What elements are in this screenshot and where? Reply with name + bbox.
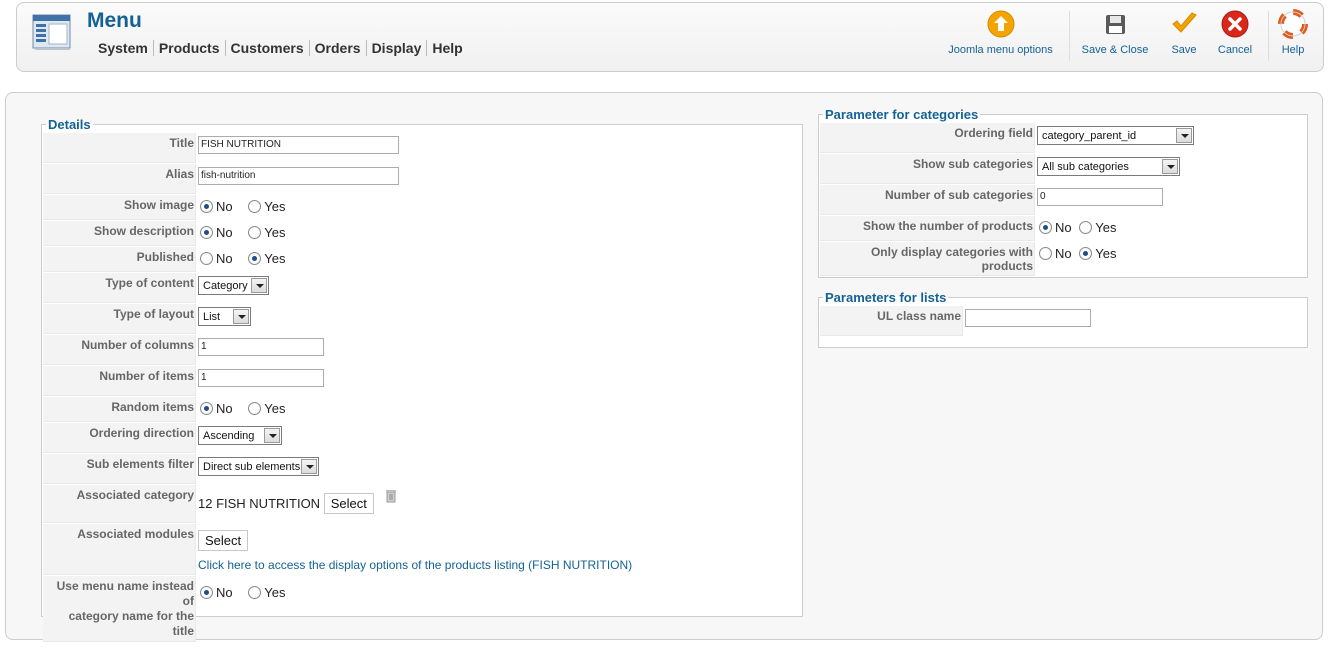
cancel-button[interactable]: Cancel (1211, 9, 1259, 56)
chevron-down-icon (301, 459, 317, 474)
published-yes-radio[interactable] (248, 252, 262, 266)
alias-input[interactable]: fish-nutrition (198, 167, 399, 185)
show-image-label: Show image (43, 195, 196, 220)
checkmark-icon (1172, 12, 1197, 33)
assoc-modules-label: Associated modules (43, 524, 196, 575)
chevron-down-icon (1176, 128, 1192, 143)
show-num-products-no-radio[interactable] (1039, 221, 1052, 235)
type-layout-select[interactable]: List (198, 307, 251, 326)
toolbar: Joomla menu options Save & Close Save Ca… (943, 9, 1323, 65)
ordering-field-label: Ordering field (820, 123, 1035, 153)
chevron-down-icon (1162, 159, 1178, 174)
lists-fieldset: Parameters for lists UL class name (818, 290, 1308, 348)
nav-display[interactable]: Display (365, 40, 427, 56)
use-menu-name-yes-radio[interactable] (248, 586, 262, 600)
only-with-products-yes-radio[interactable] (1079, 247, 1093, 261)
type-layout-label: Type of layout (43, 304, 196, 334)
show-description-label: Show description (43, 221, 196, 246)
assoc-modules-select-button[interactable]: Select (198, 530, 249, 551)
toolbar-separator (1268, 11, 1269, 61)
num-sub-input[interactable]: 0 (1037, 188, 1163, 206)
ordering-field-select[interactable]: category_parent_id (1037, 126, 1194, 145)
help-button[interactable]: Help (1273, 9, 1313, 56)
title-label: Title (43, 133, 196, 163)
use-menu-name-label: Use menu name instead of category name f… (43, 576, 196, 642)
nav-system[interactable]: System (93, 40, 153, 56)
random-items-no-radio[interactable] (200, 402, 213, 416)
num-items-label: Number of items (43, 366, 196, 396)
lists-table: UL class name (819, 305, 1093, 337)
sub-filter-label: Sub elements filter (43, 454, 196, 484)
ordering-direction-select[interactable]: Ascending (198, 426, 282, 445)
categories-legend: Parameter for categories (825, 107, 979, 122)
show-image-no-radio[interactable] (200, 200, 213, 214)
assoc-category-label: Associated category (43, 485, 196, 523)
num-sub-label: Number of sub categories (820, 185, 1035, 215)
only-with-products-label: Only display categories with products (820, 242, 1035, 276)
published-label: Published (43, 247, 196, 272)
trash-icon[interactable] (385, 489, 397, 503)
assoc-category-select-button[interactable]: Select (323, 493, 374, 514)
lists-legend: Parameters for lists (825, 290, 947, 305)
upload-arrow-icon (987, 10, 1014, 38)
use-menu-name-no-radio[interactable] (200, 586, 213, 600)
sub-filter-select[interactable]: Direct sub elements (198, 457, 319, 476)
display-options-link[interactable]: Click here to access the display options… (198, 558, 632, 572)
save-button[interactable]: Save (1159, 9, 1209, 56)
header-bar: Menu System Products Customers Orders Di… (16, 2, 1324, 72)
show-sub-select[interactable]: All sub categories (1037, 157, 1180, 176)
title-input[interactable]: FISH NUTRITION (198, 136, 399, 154)
show-description-yes-radio[interactable] (248, 226, 262, 240)
type-content-label: Type of content (43, 273, 196, 303)
published-no-radio[interactable] (200, 252, 213, 266)
only-with-products-no-radio[interactable] (1039, 247, 1052, 261)
num-columns-input[interactable]: 1 (198, 338, 324, 356)
num-items-input[interactable]: 1 (198, 369, 324, 387)
show-num-products-label: Show the number of products (820, 216, 1035, 241)
show-sub-label: Show sub categories (820, 154, 1035, 184)
nav-orders[interactable]: Orders (308, 40, 366, 56)
cancel-x-icon (1221, 10, 1249, 38)
alias-label: Alias (43, 164, 196, 194)
ul-class-label: UL class name (820, 306, 963, 336)
nav-products[interactable]: Products (152, 40, 225, 56)
chevron-down-icon (233, 309, 249, 324)
show-description-no-radio[interactable] (200, 226, 213, 240)
nav-customers[interactable]: Customers (224, 40, 309, 56)
joomla-menu-options-button[interactable]: Joomla menu options (943, 9, 1058, 56)
top-nav: System Products Customers Orders Display… (93, 40, 468, 56)
save-close-button[interactable]: Save & Close (1075, 9, 1155, 56)
nav-help[interactable]: Help (426, 40, 467, 56)
details-legend: Details (48, 117, 91, 132)
ul-class-input[interactable] (965, 309, 1091, 327)
categories-table: Ordering field category_parent_id Show s… (819, 122, 1196, 277)
ordering-direction-label: Ordering direction (43, 423, 196, 453)
num-columns-label: Number of columns (43, 335, 196, 365)
chevron-down-icon (264, 428, 280, 443)
type-content-select[interactable]: Category (198, 276, 269, 295)
assoc-category-value: 12 FISH NUTRITION (198, 496, 321, 511)
toolbar-separator (1069, 11, 1070, 61)
random-items-label: Random items (43, 397, 196, 422)
page-title: Menu (87, 9, 142, 32)
categories-fieldset: Parameter for categories Ordering field … (818, 107, 1308, 278)
details-table: Title FISH NUTRITION Alias fish-nutritio… (42, 132, 634, 643)
floppy-disk-icon (1106, 15, 1125, 34)
random-items-yes-radio[interactable] (248, 402, 262, 416)
show-image-yes-radio[interactable] (248, 200, 262, 214)
menu-manager-icon (32, 14, 71, 50)
lifebuoy-help-icon (1278, 9, 1308, 39)
details-fieldset: Details Title FISH NUTRITION Alias fish-… (41, 117, 803, 642)
show-num-products-yes-radio[interactable] (1079, 221, 1093, 235)
main-panel: Details Title FISH NUTRITION Alias fish-… (5, 92, 1323, 642)
chevron-down-icon (251, 278, 267, 293)
